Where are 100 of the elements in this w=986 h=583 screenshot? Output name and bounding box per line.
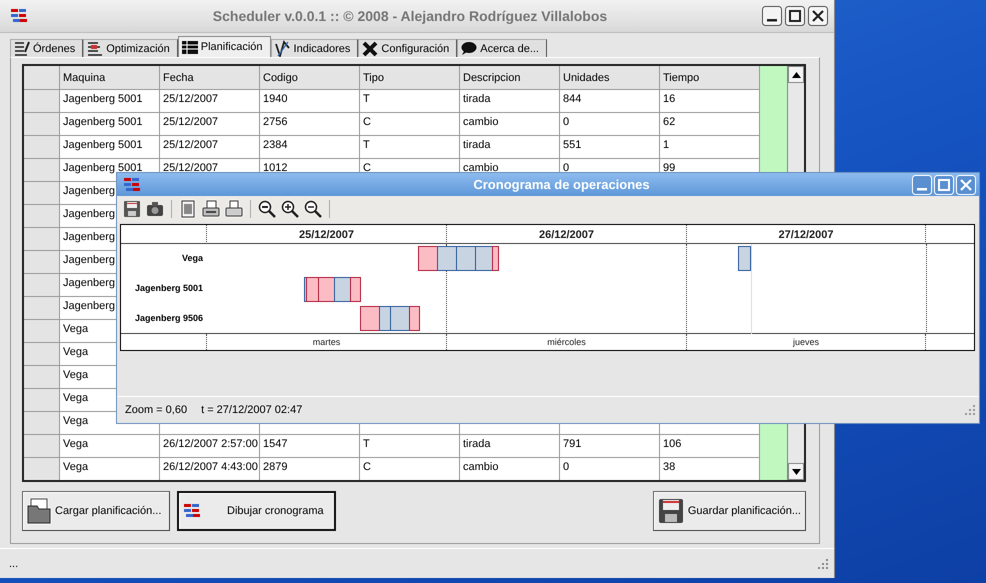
tab[interactable]: Órdenes [10, 39, 84, 57]
row-header [24, 435, 60, 458]
row-header [24, 90, 60, 113]
row-header [24, 113, 60, 136]
table-cell: 1940 [260, 90, 360, 113]
column-header[interactable]: Maquina [60, 66, 160, 90]
table-cell: tirada [460, 435, 560, 458]
date-label: 26/12/2007 [538, 228, 594, 240]
scroll-up-icon[interactable] [792, 72, 801, 78]
table-cell: T [360, 90, 460, 113]
row-header [24, 182, 60, 205]
grid-icon [183, 503, 201, 519]
table-cell: 25/12/2007 [160, 113, 260, 136]
zoom-reset-icon[interactable] [258, 200, 276, 218]
maximize-icon[interactable] [785, 6, 805, 26]
table-cell: 2756 [260, 113, 360, 136]
table-cell: Jagenberg 5001 [60, 90, 160, 113]
date-label: 25/12/2007 [298, 228, 354, 240]
tab[interactable]: Planificación [178, 36, 271, 57]
row-header [24, 320, 60, 343]
bars-list-icon [87, 41, 104, 56]
column-header[interactable]: Codigo [260, 66, 360, 90]
tab[interactable]: Indicadores [270, 39, 358, 57]
table-cell: 62 [660, 113, 760, 136]
table-cell: 844 [560, 90, 660, 113]
table-cell: 38 [660, 458, 760, 480]
row-header [24, 343, 60, 366]
printer-icon[interactable] [225, 200, 243, 218]
table-cell: cambio [460, 113, 560, 136]
day-label: martes [312, 337, 340, 347]
table-cell: C [360, 113, 460, 136]
status-text: ... [9, 558, 18, 570]
table-cell: Vega [60, 458, 160, 480]
table-cell: T [360, 435, 460, 458]
date-label: 27/12/2007 [778, 228, 834, 240]
table-cell: 0 [560, 458, 660, 480]
time-status: t = 27/12/2007 02:47 [201, 404, 302, 416]
row-header [24, 297, 60, 320]
column-header[interactable]: Descripcion [460, 66, 560, 90]
column-header[interactable]: Unidades [560, 66, 660, 90]
minimize-icon[interactable] [762, 6, 782, 26]
tab[interactable]: Configuración [358, 39, 458, 57]
table-icon [182, 40, 198, 54]
table-cell: 16 [660, 90, 760, 113]
row-header [24, 251, 60, 274]
speech-bubble-icon [461, 41, 478, 56]
zoom-out-icon[interactable] [304, 200, 322, 218]
column-header[interactable]: Tipo [360, 66, 460, 90]
save-button[interactable]: Guardar planificación... [652, 491, 806, 531]
tab[interactable]: Acerca de... [457, 39, 547, 57]
table-cell: 1547 [260, 435, 360, 458]
resize-grip-icon[interactable] [818, 558, 828, 568]
row-header [24, 136, 60, 159]
close-icon[interactable] [808, 6, 828, 26]
table-cell: tirada [460, 136, 560, 159]
resize-grip-icon[interactable] [965, 405, 975, 415]
table-cell: 25/12/2007 [160, 90, 260, 113]
table-cell: 1 [660, 136, 760, 159]
row-header [24, 205, 60, 228]
machine-label: Vega [182, 253, 203, 264]
table-cell: cambio [460, 458, 560, 480]
window-title: Scheduler v.0.0.1 :: © 2008 - Alejandro Rodríguez Villalobos [212, 8, 608, 24]
app-grid-icon [10, 8, 28, 24]
column-header[interactable]: Tiempo [660, 66, 760, 90]
fax-icon[interactable] [202, 200, 220, 218]
row-header [24, 228, 60, 251]
day-label: jueves [792, 337, 819, 347]
table-cell: Vega [60, 435, 160, 458]
row-header [24, 389, 60, 412]
draw-schedule-button[interactable]: Dibujar cronograma [177, 491, 336, 531]
document-icon[interactable] [179, 200, 197, 218]
camera-icon[interactable] [146, 200, 164, 218]
table-cell: tirada [460, 90, 560, 113]
day-label: miércoles [547, 337, 586, 347]
chart-line-icon [274, 40, 291, 57]
column-header[interactable]: Fecha [160, 66, 260, 90]
table-cell: T [360, 136, 460, 159]
table-cell: 25/12/2007 [160, 136, 260, 159]
row-header [24, 66, 60, 90]
table-cell: Jagenberg 5001 [60, 136, 160, 159]
tab[interactable]: Optimización [83, 39, 178, 57]
table-cell: 0 [560, 113, 660, 136]
tools-icon [362, 40, 378, 56]
scroll-down-icon[interactable] [792, 468, 801, 474]
table-cell: 26/12/2007 2:57:00 [160, 435, 260, 458]
table-cell: 791 [560, 435, 660, 458]
row-header [24, 458, 60, 480]
app-grid-icon [123, 176, 141, 192]
row-header [24, 366, 60, 389]
table-cell: 551 [560, 136, 660, 159]
row-header [24, 412, 60, 435]
zoom-in-icon[interactable] [281, 200, 299, 218]
folder-icon [27, 498, 51, 524]
load-button[interactable]: Cargar planificación... [22, 491, 170, 531]
row-header [24, 159, 60, 182]
table-cell: 106 [660, 435, 760, 458]
table-cell: 2384 [260, 136, 360, 159]
row-header [24, 274, 60, 297]
table-cell: Jagenberg 5001 [60, 113, 160, 136]
list-pen-icon [14, 41, 30, 56]
